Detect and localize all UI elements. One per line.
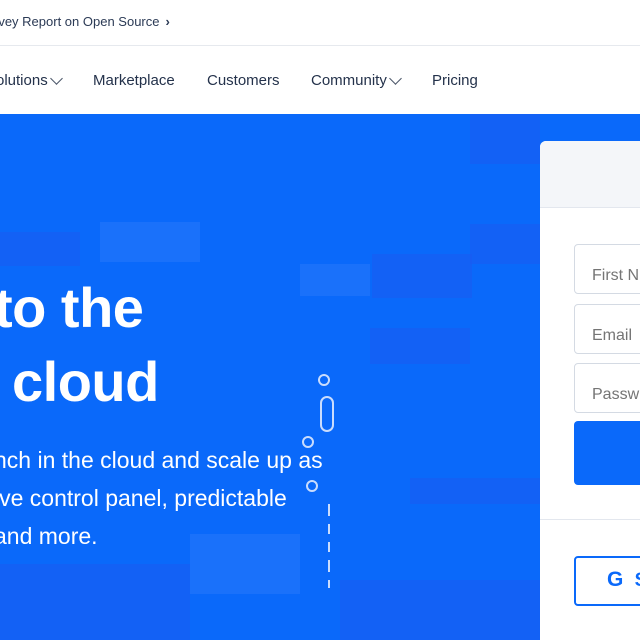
announcement-link[interactable]: rvey Report on Open Source › [0, 14, 170, 29]
signup-card-header [540, 141, 640, 208]
hero-pattern-block [470, 114, 540, 164]
google-button-label: S [635, 570, 640, 591]
hero-pattern-block [372, 254, 472, 298]
main-nav: olutions Marketplace Customers Community… [0, 46, 640, 114]
hero-pattern-block [0, 564, 190, 640]
hero-pattern-block [410, 478, 540, 504]
deco-dash [328, 542, 330, 552]
nav-item-community[interactable]: Community [311, 72, 402, 89]
password-field[interactable] [574, 363, 640, 413]
deco-dash [328, 580, 330, 588]
announcement-bar: rvey Report on Open Source › [0, 0, 640, 46]
deco-dash [328, 524, 330, 534]
nav-item-label: Pricing [432, 72, 478, 89]
deco-pill [320, 396, 334, 432]
google-signup-button[interactable]: G S [574, 556, 640, 606]
hero-subtext-line2: ive control panel, predictable [0, 485, 287, 511]
deco-dash [328, 560, 330, 572]
nav-item-label: Customers [207, 72, 280, 89]
nav-item-label: olutions [0, 72, 48, 89]
first-name-field[interactable] [574, 244, 640, 294]
nav-item-pricing[interactable]: Pricing [432, 72, 478, 89]
chevron-down-icon [49, 72, 63, 85]
deco-dash [328, 504, 330, 516]
deco-circle [306, 480, 318, 492]
nav-item-solutions[interactable]: olutions [0, 72, 63, 89]
signup-card: G S [540, 141, 640, 640]
nav-item-label: Marketplace [93, 72, 175, 89]
hero-pattern-block [470, 224, 540, 264]
hero-subtext-line3: and more. [0, 523, 98, 549]
announcement-text: rvey Report on Open Source [0, 14, 160, 29]
hero-pattern-block [370, 328, 470, 364]
hero-pattern-block [190, 534, 300, 594]
hero-pattern-block [0, 232, 80, 266]
email-field[interactable] [574, 304, 640, 354]
deco-circle [318, 374, 330, 386]
hero-pattern-block [300, 264, 370, 296]
hero-headline-line1: to the [0, 276, 144, 339]
chevron-right-icon: › [165, 14, 170, 29]
nav-item-label: Community [311, 72, 387, 89]
nav-item-customers[interactable]: Customers [207, 72, 280, 89]
hero-pattern-block [340, 580, 540, 640]
card-divider [540, 519, 640, 520]
signup-submit-button[interactable] [574, 421, 640, 485]
hero-subtext-line1: nch in the cloud and scale up as [0, 447, 323, 473]
chevron-down-icon [388, 72, 402, 85]
hero-pattern-block [100, 222, 200, 262]
nav-item-marketplace[interactable]: Marketplace [93, 72, 175, 89]
google-g-icon: G [607, 568, 624, 591]
hero-headline-line2: cloud [12, 350, 159, 413]
